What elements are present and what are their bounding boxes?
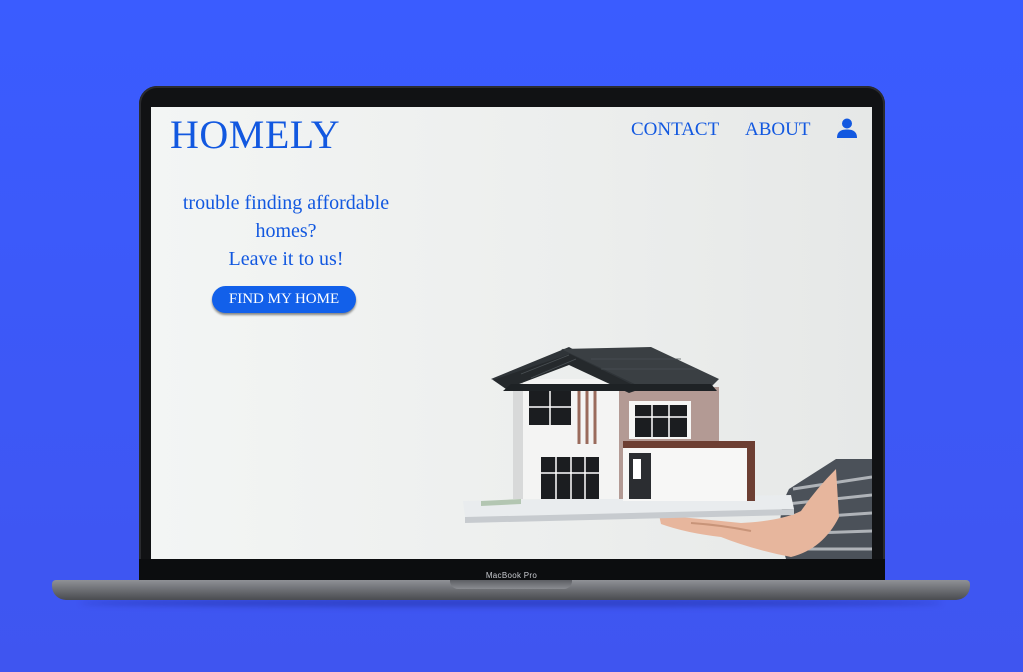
laptop-shadow <box>80 599 942 607</box>
nav-contact-link[interactable]: CONTACT <box>631 119 719 141</box>
website-screen: HOMELY CONTACT ABOUT trouble finding aff… <box>151 107 872 559</box>
nav-about-link[interactable]: ABOUT <box>745 119 810 141</box>
laptop-notch <box>450 580 572 589</box>
find-my-home-button[interactable]: FIND MY HOME <box>212 286 356 313</box>
tagline-line-3: Leave it to us! <box>228 248 344 270</box>
site-logo[interactable]: HOMELY <box>170 111 340 158</box>
hero-tagline: trouble finding affordable homes? Leave … <box>161 189 411 273</box>
device-label: MacBook Pro <box>485 571 538 580</box>
tagline-line-1: trouble finding affordable <box>182 192 390 214</box>
tagline-line-2: homes? <box>255 220 317 242</box>
user-icon[interactable] <box>836 117 858 139</box>
house-in-hand-image <box>463 347 872 559</box>
